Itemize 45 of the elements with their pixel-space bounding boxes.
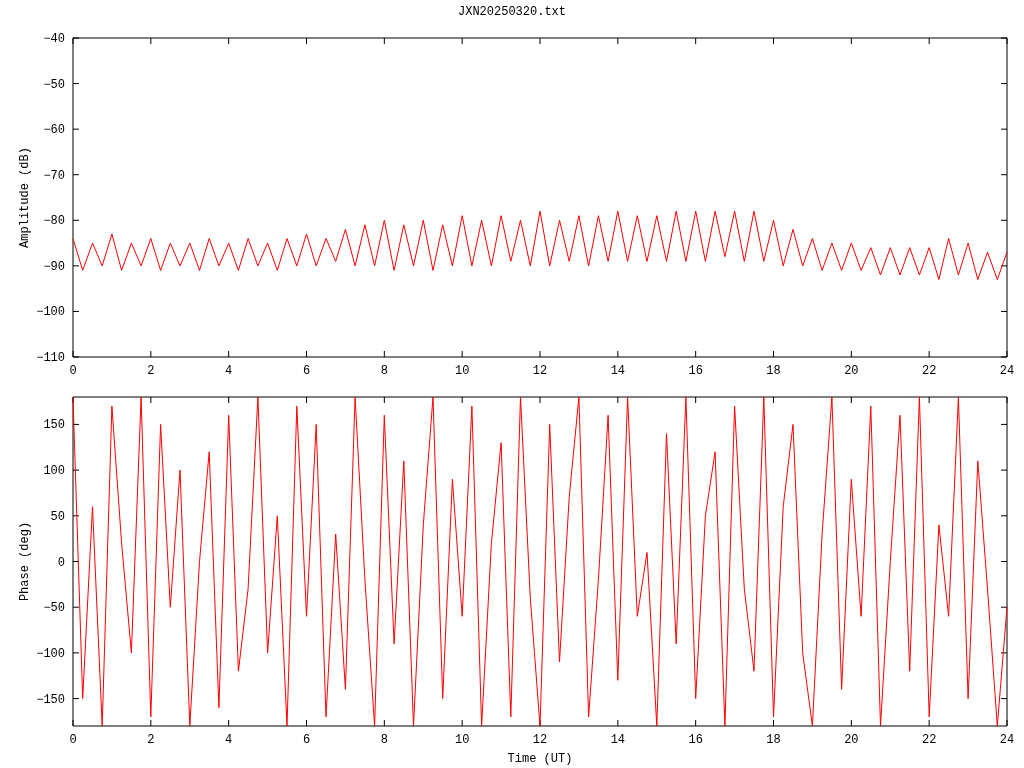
axis-tick-label: 50 — [50, 509, 65, 524]
axis-tick-label: 2 — [147, 364, 155, 375]
axis-label: Phase (deg) — [18, 521, 32, 602]
axis-tick-label: 24 — [999, 364, 1015, 375]
axis-tick-label: 6 — [302, 733, 311, 747]
axis-tick-label: 4 — [225, 733, 233, 747]
axis-tick-label: 14 — [610, 364, 626, 375]
axis-tick-label: 8 — [380, 733, 388, 747]
axis-tick-label: 22 — [921, 733, 937, 747]
axis-tick-label: −80 — [43, 214, 65, 229]
axis-tick-label: 2 — [147, 733, 155, 747]
axis-label: Amplitude (dB) — [18, 147, 32, 248]
axis-tick-label: 6 — [302, 364, 311, 375]
axis-tick-label: 24 — [999, 733, 1015, 747]
axis-tick-label: −60 — [43, 123, 65, 138]
axis-tick-label: −50 — [43, 601, 65, 616]
axis-tick-label: 0 — [69, 364, 77, 375]
axis-tick-label: 22 — [921, 364, 937, 375]
axis-tick-label: 16 — [688, 733, 703, 747]
axis-tick-label: 18 — [766, 733, 781, 747]
axis-tick-label: 0 — [69, 733, 77, 747]
axis-tick-label: −150 — [36, 692, 65, 707]
axis-tick-label: 150 — [43, 418, 65, 433]
axis-tick-label: 12 — [532, 733, 548, 747]
axis-tick-label: 14 — [610, 733, 626, 747]
axis-tick-label: −70 — [43, 168, 65, 183]
axis-tick-label: 10 — [454, 733, 470, 747]
axis-tick-label: −90 — [43, 259, 65, 274]
axis-tick-label: 20 — [844, 733, 859, 747]
axis-tick-label: −110 — [36, 351, 65, 365]
axis-tick-label: 18 — [766, 364, 781, 375]
axis-tick-label: 4 — [225, 364, 233, 375]
axis-tick-label: −40 — [43, 32, 65, 46]
axis-tick-label: 100 — [43, 464, 65, 479]
axis-tick-label: −100 — [36, 305, 65, 320]
axis-tick-label: 8 — [380, 364, 388, 375]
axis-tick-label: 16 — [688, 364, 703, 375]
axis-tick-label: 0 — [57, 555, 65, 570]
axis-label: Time (UT) — [507, 752, 573, 766]
axis-tick-label: 20 — [844, 364, 859, 375]
axis-tick-label: 10 — [454, 364, 470, 375]
axis-tick-label: −50 — [43, 77, 65, 92]
axis-tick-label: 12 — [532, 364, 548, 375]
chart-title: JXN20250320.txt — [458, 5, 566, 21]
axis-tick-label: −100 — [36, 646, 65, 661]
